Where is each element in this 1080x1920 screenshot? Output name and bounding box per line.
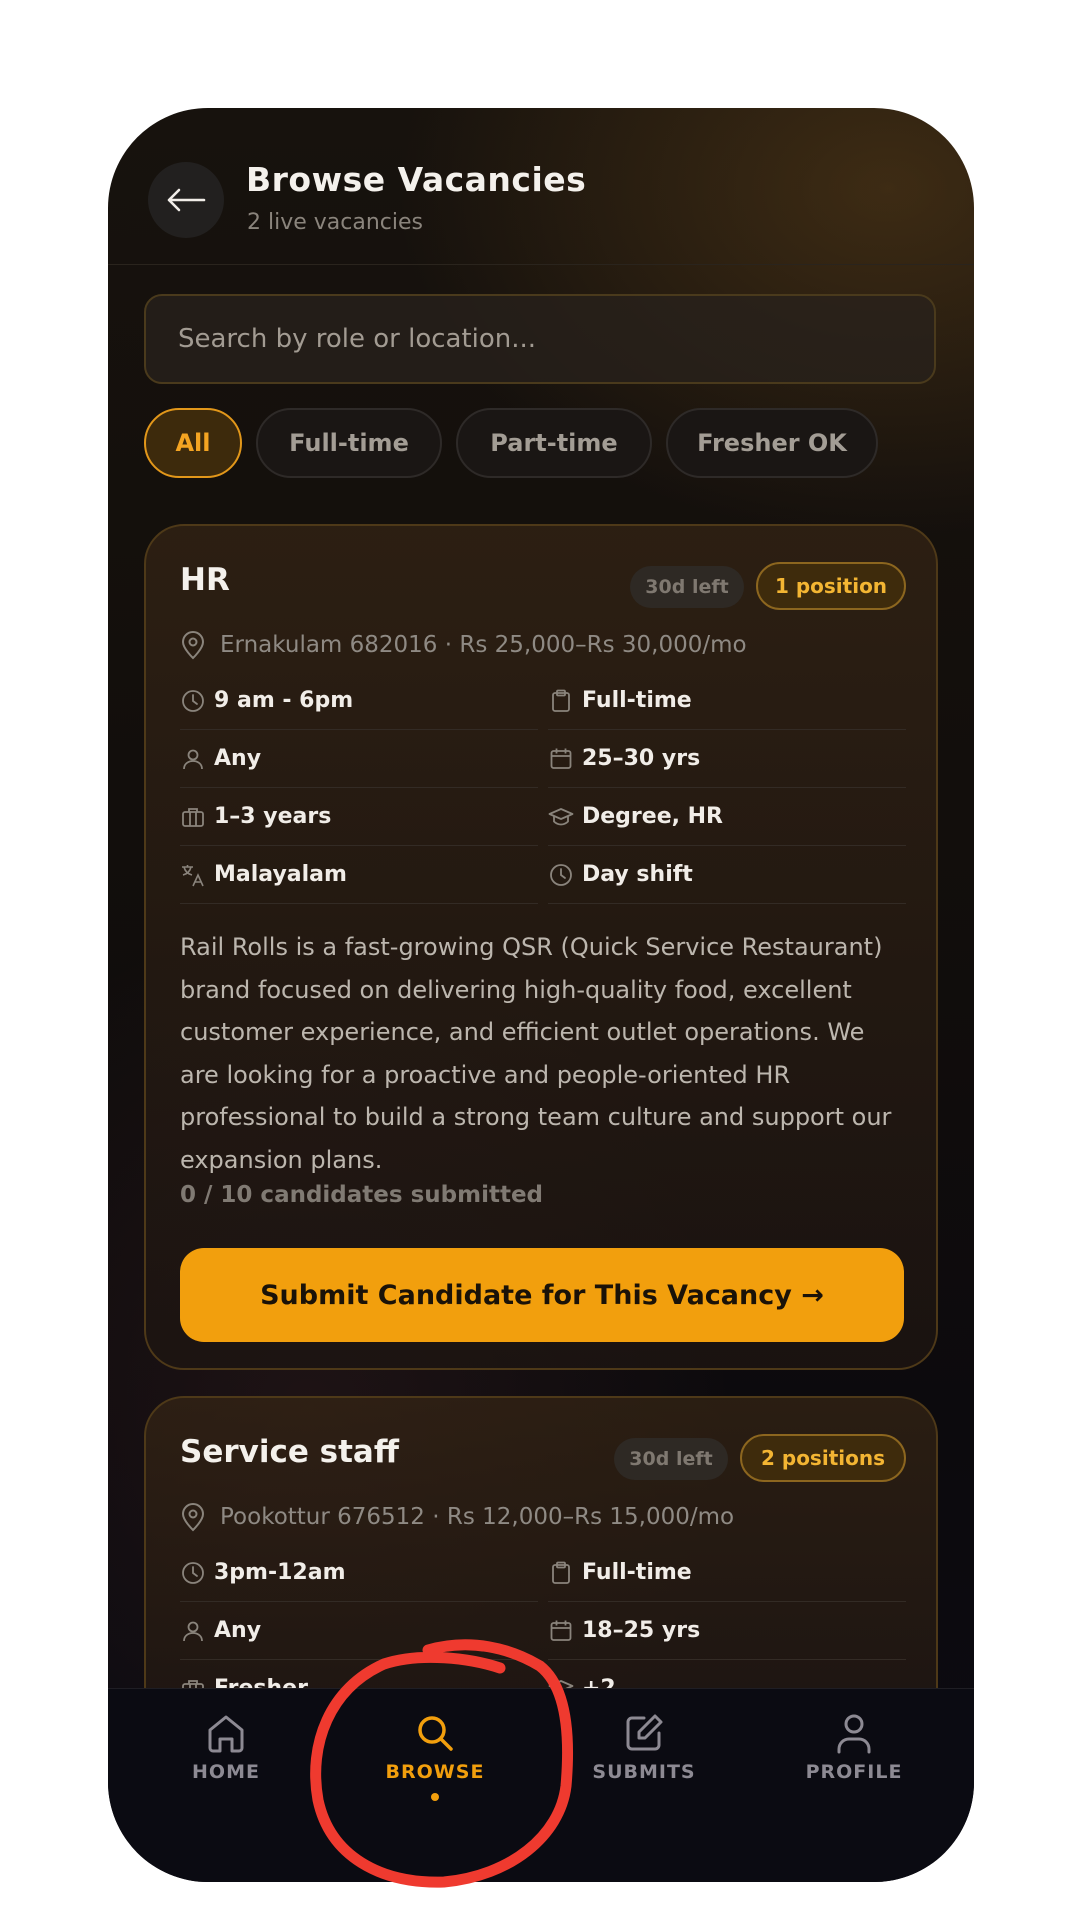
clock-icon bbox=[182, 1561, 204, 1584]
vacancy-details: 9 am - 6pm Full-time Any 25–30 yrs 1–3 y… bbox=[180, 672, 906, 904]
days-left-badge: 30d left bbox=[614, 1438, 728, 1480]
submit-candidate-button[interactable]: Submit Candidate for This Vacancy → bbox=[180, 1248, 904, 1342]
positions-badge: 1 position bbox=[756, 562, 906, 610]
search-icon bbox=[418, 1716, 453, 1751]
location-text: Ernakulam 682016 · Rs 25,000–Rs 30,000/m… bbox=[220, 632, 747, 658]
detail-experience: 1–3 years bbox=[180, 788, 538, 846]
filter-chip-fresher-ok[interactable]: Fresher OK bbox=[666, 408, 878, 478]
phone-screen: Browse Vacancies 2 live vacancies All Fu… bbox=[108, 108, 974, 1882]
calendar-icon bbox=[550, 1620, 572, 1641]
filter-chip-all[interactable]: All bbox=[144, 408, 242, 478]
detail-age: 25–30 yrs bbox=[548, 730, 906, 788]
graduation-cap-icon bbox=[548, 807, 574, 825]
bottom-nav: HOME BROWSE SUBMITS PROFILE bbox=[108, 1688, 974, 1882]
back-button[interactable] bbox=[148, 162, 224, 238]
filter-chip-part-time[interactable]: Part-time bbox=[456, 408, 652, 478]
detail-language: Malayalam bbox=[180, 846, 538, 904]
detail-job-type: Full-time bbox=[548, 1544, 906, 1602]
calendar-icon bbox=[550, 748, 572, 769]
person-icon bbox=[183, 1621, 203, 1641]
arrow-left-icon bbox=[167, 188, 206, 212]
clock-icon bbox=[550, 863, 572, 886]
search-box bbox=[144, 294, 936, 384]
page-title: Browse Vacancies bbox=[246, 160, 587, 199]
nav-item-browse[interactable]: BROWSE bbox=[335, 1711, 535, 1801]
clipboard-icon bbox=[552, 1561, 570, 1584]
person-icon bbox=[183, 749, 203, 769]
nav-item-submits[interactable]: SUBMITS bbox=[544, 1711, 744, 1783]
submission-count: 0 / 10 candidates submitted bbox=[180, 1182, 544, 1208]
home-icon bbox=[208, 1715, 244, 1753]
nav-item-profile[interactable]: PROFILE bbox=[754, 1711, 954, 1783]
page-header: Browse Vacancies 2 live vacancies bbox=[108, 108, 974, 265]
vacancy-description: Rail Rolls is a fast-growing QSR (Quick … bbox=[180, 933, 892, 1174]
user-icon bbox=[837, 1714, 871, 1754]
vacancy-title: Service staff bbox=[180, 1434, 399, 1470]
briefcase-icon bbox=[182, 807, 204, 827]
vacancy-location: Pookottur 676512 · Rs 12,000–Rs 15,000/m… bbox=[180, 1502, 734, 1532]
map-pin-icon bbox=[181, 631, 205, 660]
detail-shift: Day shift bbox=[548, 846, 906, 904]
location-text: Pookottur 676512 · Rs 12,000–Rs 15,000/m… bbox=[220, 1504, 735, 1530]
clock-icon bbox=[182, 689, 204, 712]
detail-job-type: Full-time bbox=[548, 672, 906, 730]
detail-age: 18–25 yrs bbox=[548, 1602, 906, 1660]
detail-gender: Any bbox=[180, 1602, 538, 1660]
filter-chip-full-time[interactable]: Full-time bbox=[256, 408, 442, 478]
nav-item-home[interactable]: HOME bbox=[126, 1711, 326, 1783]
days-left-badge: 30d left bbox=[630, 566, 744, 608]
search-input[interactable] bbox=[146, 296, 934, 382]
positions-badge: 2 positions bbox=[740, 1434, 906, 1482]
map-pin-icon bbox=[181, 1503, 205, 1532]
detail-hours: 3pm-12am bbox=[180, 1544, 538, 1602]
edit-icon bbox=[626, 1714, 663, 1751]
clipboard-icon bbox=[552, 689, 570, 712]
detail-hours: 9 am - 6pm bbox=[180, 672, 538, 730]
vacancy-title: HR bbox=[180, 562, 230, 598]
detail-education: Degree, HR bbox=[548, 788, 906, 846]
active-indicator-dot bbox=[431, 1793, 439, 1801]
vacancy-card: HR 30d left 1 position Ernakulam 682016 … bbox=[144, 524, 938, 1370]
vacancy-location: Ernakulam 682016 · Rs 25,000–Rs 30,000/m… bbox=[180, 630, 747, 660]
translate-icon bbox=[182, 864, 204, 886]
detail-gender: Any bbox=[180, 730, 538, 788]
vacancy-count: 2 live vacancies bbox=[247, 210, 423, 235]
